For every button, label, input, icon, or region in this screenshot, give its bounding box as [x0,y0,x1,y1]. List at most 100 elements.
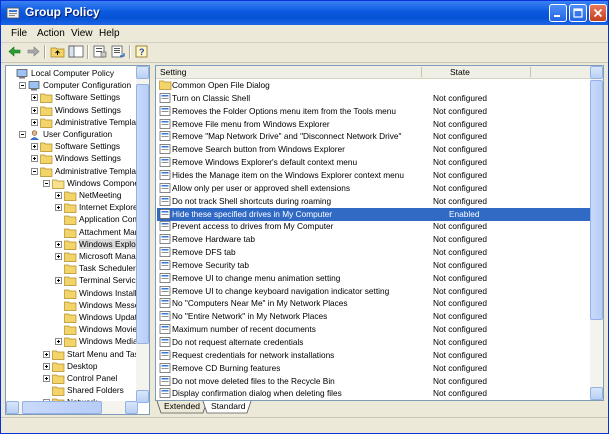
setting-row[interactable]: Turn on Classic Shell Not configured [157,92,591,105]
setting-row[interactable]: No "Computers Near Me" in My Network Pla… [157,297,591,310]
setting-row[interactable]: Hides the Manage item on the Windows Exp… [157,169,591,182]
properties-button[interactable] [92,44,108,59]
title-bar[interactable]: Group Policy [1,1,608,25]
back-button[interactable] [7,44,23,59]
expand-icon[interactable] [31,143,38,151]
tree-item[interactable]: Internet Explorer [6,202,138,214]
setting-row[interactable]: Request credentials for network installa… [157,349,591,362]
tree-item[interactable]: Shared Folders [6,385,138,397]
list-vertical-scrollbar[interactable] [590,66,603,400]
expand-icon[interactable] [31,106,38,114]
expand-icon[interactable] [43,362,50,370]
tree-item[interactable]: Administrative Templates [6,166,138,178]
collapse-icon[interactable] [31,167,38,175]
list-scroll-thumb[interactable] [590,80,603,320]
tree-item[interactable]: NetMeeting [6,190,138,202]
details-pane[interactable]: Setting State Common Open File Dialog Tur… [155,65,604,401]
tree-item[interactable]: Administrative Templates [6,117,138,129]
setting-row[interactable]: Remove UI to change keyboard navigation … [157,285,591,298]
setting-row[interactable]: Remove File menu from Windows Explorer No… [157,118,591,131]
tree-item[interactable]: Windows Explorer [6,238,138,251]
expand-icon[interactable] [31,118,38,126]
tree-hscroll-thumb[interactable] [22,401,102,414]
up-one-level-button[interactable] [50,44,66,59]
tree-scroll-up-button[interactable] [136,66,149,79]
tree-item[interactable]: Windows Movie Maker [6,324,138,336]
collapse-icon[interactable] [19,82,26,90]
column-divider[interactable] [421,67,422,77]
tree-item[interactable]: Computer Configuration [6,80,138,92]
tree-item[interactable]: Windows Update [6,312,138,324]
column-divider[interactable] [530,67,531,77]
expand-icon[interactable] [43,350,50,358]
menu-help[interactable]: Help [99,28,120,39]
tree-horizontal-scrollbar[interactable] [6,401,138,414]
tree-item[interactable]: Desktop [6,361,138,373]
tree-item[interactable]: Software Settings [6,92,138,104]
setting-row[interactable]: Removes the Folder Options menu item fro… [157,105,591,118]
setting-row[interactable]: Display confirmation dialog when deletin… [157,387,591,400]
tree-scroll-right-button[interactable] [125,401,138,414]
tree-vertical-scrollbar[interactable] [136,66,149,403]
console-tree-pane[interactable]: Local Computer Policy Computer Configurat… [5,65,150,415]
column-header-state[interactable]: State [450,67,470,77]
tree-item[interactable]: Windows Settings [6,153,138,165]
tree-item[interactable]: Local Computer Policy [6,68,138,80]
forward-button[interactable] [25,44,41,59]
tree-item[interactable]: Windows Installer [6,288,138,300]
list-scroll-down-button[interactable] [590,387,603,400]
tab-extended[interactable]: Extended [164,401,200,414]
setting-row[interactable]: Remove Hardware tab Not configured [157,233,591,246]
tree-item[interactable]: Windows Components [6,178,138,190]
collapse-icon[interactable] [19,131,26,138]
show-hide-tree-button[interactable] [68,44,84,59]
setting-row[interactable]: Do not track Shell shortcuts during roam… [157,195,591,208]
expand-icon[interactable] [55,277,62,285]
expand-icon[interactable] [55,338,62,346]
tree-item[interactable]: Windows Settings [6,105,138,117]
setting-row[interactable]: Remove Security tab Not configured [157,259,591,272]
setting-row[interactable]: Common Open File Dialog [157,79,591,92]
expand-icon[interactable] [31,94,38,102]
expand-icon[interactable] [55,253,62,260]
tree-item[interactable]: Task Scheduler [6,263,138,275]
collapse-icon[interactable] [43,179,50,187]
list-scroll-up-button[interactable] [590,66,603,79]
tree-item[interactable]: Software Settings [6,141,138,153]
menu-action[interactable]: Action [37,28,65,39]
expand-icon[interactable] [43,375,50,382]
expand-icon[interactable] [55,240,62,248]
maximize-button[interactable] [569,4,587,22]
setting-row[interactable]: No "Entire Network" in My Network Places… [157,310,591,323]
tab-standard[interactable]: Standard [211,401,246,414]
tree-item[interactable]: Attachment Manager [6,227,138,239]
tree-item[interactable]: User Configuration [6,129,138,141]
setting-row[interactable]: Remove UI to change menu animation setti… [157,272,591,285]
minimize-button[interactable] [549,4,567,22]
setting-row[interactable]: Do not request alternate credentials Not … [157,336,591,349]
tree-item[interactable]: Control Panel [6,373,138,385]
setting-row[interactable]: Prevent access to drives from My Compute… [157,220,591,233]
column-header-setting[interactable]: Setting [160,67,186,77]
setting-row[interactable]: Maximum number of recent documents Not co… [157,323,591,336]
menu-file[interactable]: File [11,28,27,39]
tree-item[interactable]: Windows Messenger [6,300,138,312]
setting-row[interactable]: Allow only per user or approved shell ex… [157,182,591,195]
expand-icon[interactable] [55,192,62,199]
tree-item[interactable]: Terminal Services [6,275,138,287]
tree-item[interactable]: Application Compatibility [6,214,138,226]
export-list-button[interactable] [110,44,126,59]
tree-item[interactable]: Microsoft Management Console [6,251,138,263]
setting-row[interactable]: Remove DFS tab Not configured [157,246,591,259]
menu-view[interactable]: View [71,28,93,39]
expand-icon[interactable] [55,204,62,212]
setting-row[interactable]: Remove CD Burning features Not configured [157,362,591,375]
tree-item[interactable]: Start Menu and Taskbar [6,349,138,361]
tree-scroll-left-button[interactable] [6,401,19,414]
setting-row[interactable]: Remove Windows Explorer's default contex… [157,156,591,169]
setting-row[interactable]: Do not move deleted files to the Recycle… [157,375,591,388]
expand-icon[interactable] [31,155,38,163]
help-button[interactable]: ? [134,44,150,59]
tree-scroll-thumb[interactable] [136,84,149,344]
setting-row[interactable]: Remove Search button from Windows Explor… [157,143,591,156]
